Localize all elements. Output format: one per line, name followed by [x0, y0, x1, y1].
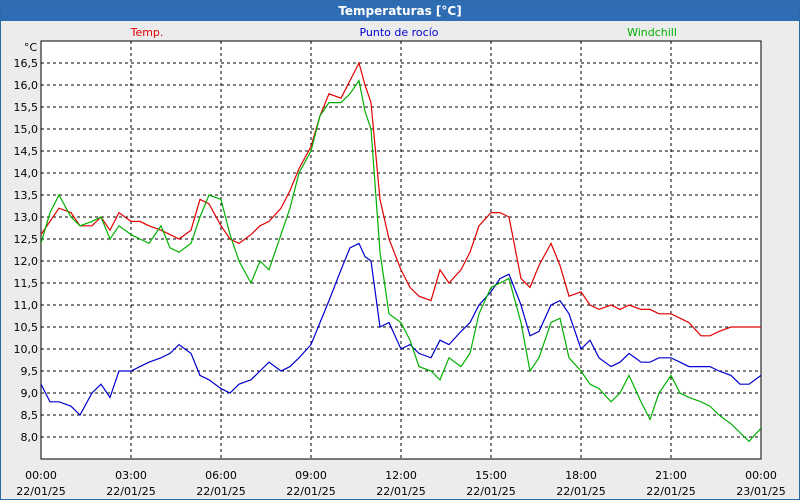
x-tick-date-label: 22/01/25	[376, 485, 425, 498]
x-tick-date-label: 23/01/25	[736, 485, 785, 498]
x-tick-time-label: 21:00	[655, 469, 687, 482]
x-tick-time-label: 09:00	[295, 469, 327, 482]
x-tick-date-label: 22/01/25	[646, 485, 695, 498]
chart-title: Temperaturas [°C]	[1, 1, 799, 21]
x-tick-time-label: 00:00	[745, 469, 777, 482]
y-tick-label: 14,0	[14, 167, 39, 180]
y-tick-label: 8,0	[21, 431, 39, 444]
y-tick-label: 13,5	[14, 189, 39, 202]
x-tick-date-label: 22/01/25	[466, 485, 515, 498]
y-tick-label: 10,5	[14, 321, 39, 334]
legend-entry: Punto de rocío	[359, 26, 438, 39]
chart-window: Temperaturas [°C] 8,0 8,5 9,0 9,5 10,0 10,5 11…	[0, 0, 800, 500]
x-tick-time-label: 03:00	[115, 469, 147, 482]
y-tick-label: 16,5	[14, 57, 39, 70]
y-tick-label: 14,5	[14, 145, 39, 158]
y-tick-label: 12,0	[14, 255, 39, 268]
x-tick-time-label: 00:00	[25, 469, 57, 482]
y-tick-label: 15,0	[14, 123, 39, 136]
legend-entry: Windchill	[627, 26, 677, 39]
x-tick-date-label: 22/01/25	[106, 485, 155, 498]
y-tick-label: 9,0	[21, 387, 39, 400]
x-tick-date-label: 22/01/25	[16, 485, 65, 498]
x-tick-time-label: 12:00	[385, 469, 417, 482]
y-tick-label: 11,5	[14, 277, 39, 290]
y-tick-label: 15,5	[14, 101, 39, 114]
y-tick-label: 11,0	[14, 299, 39, 312]
y-tick-label: 8,5	[21, 409, 39, 422]
y-tick-label: 13,0	[14, 211, 39, 224]
x-tick-date-label: 22/01/25	[196, 485, 245, 498]
y-tick-label: 9,5	[21, 365, 39, 378]
x-tick-date-label: 22/01/25	[286, 485, 335, 498]
x-tick-date-label: 22/01/25	[556, 485, 605, 498]
legend-entry: Temp.	[130, 26, 164, 39]
x-tick-time-label: 18:00	[565, 469, 597, 482]
x-tick-time-label: 15:00	[475, 469, 507, 482]
x-tick-time-label: 06:00	[205, 469, 237, 482]
temperature-chart: 8,0 8,5 9,0 9,5 10,0 10,5 11,0 11,5 12,0 12,5 13,0…	[14, 26, 786, 498]
y-axis-label: °C	[24, 41, 38, 54]
y-tick-label: 16,0	[14, 79, 39, 92]
y-tick-label: 12,5	[14, 233, 39, 246]
y-tick-label: 10,0	[14, 343, 39, 356]
